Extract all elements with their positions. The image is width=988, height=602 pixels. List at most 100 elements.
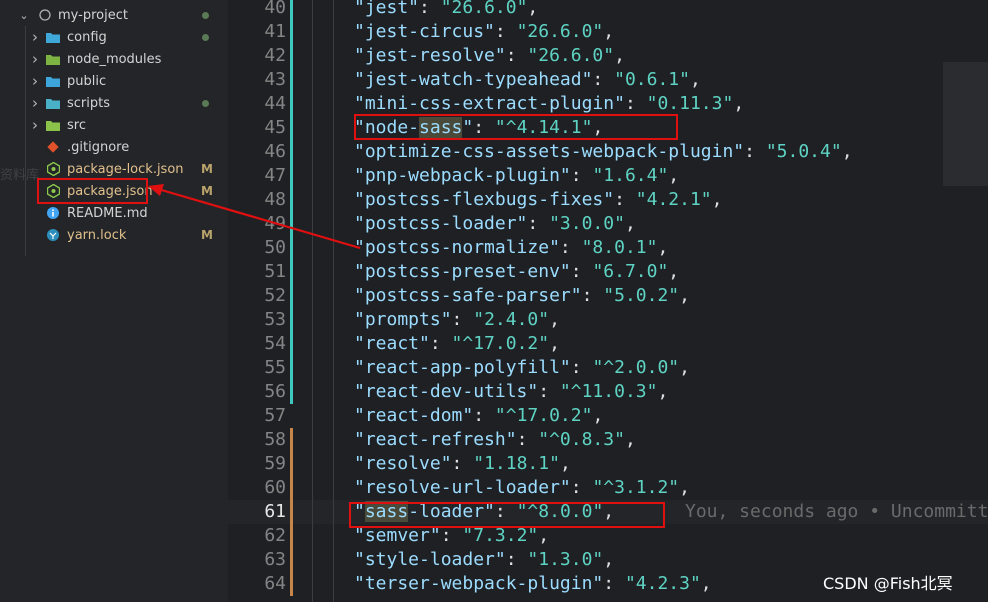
tree-item-yarn-lock[interactable]: yarn.lock M [0, 224, 228, 246]
tree-item-label: scripts [67, 95, 110, 111]
tree-item-label: README.md [67, 205, 148, 221]
code-line: "resolve": "1.18.1", [354, 453, 571, 474]
chevron-right-icon: › [32, 72, 38, 90]
tree-item-label: package-lock.json [67, 161, 184, 177]
project-root[interactable]: ⌄ my-project [0, 4, 228, 26]
git-change-bar [290, 20, 293, 44]
git-change-bar [290, 428, 293, 452]
git-change-bar [290, 284, 293, 308]
line-number: 56 [264, 381, 286, 402]
chevron-right-icon: › [32, 94, 38, 112]
tree-item-label: .gitignore [67, 139, 130, 155]
indent-guide [312, 0, 313, 602]
code-line: "react-app-polyfill": "^2.0.0", [354, 357, 690, 378]
git-change-bar [290, 452, 293, 476]
line-number: 46 [264, 141, 286, 162]
line-number: 57 [264, 405, 286, 426]
line-number: 49 [264, 213, 286, 234]
code-line: "postcss-preset-env": "6.7.0", [354, 261, 680, 282]
modified-badge: M [201, 228, 213, 242]
nodejs-icon [46, 184, 60, 198]
line-number: 44 [264, 93, 286, 114]
git-change-bar [290, 212, 293, 236]
code-line: "jest-circus": "26.6.0", [354, 21, 615, 42]
git-change-bar [290, 188, 293, 212]
chevron-right-icon: › [32, 28, 38, 46]
line-number: 52 [264, 285, 286, 306]
indent-guide [333, 0, 334, 602]
circle-icon [38, 8, 52, 22]
code-line: "jest-watch-typeahead": "0.6.1", [354, 69, 701, 90]
git-change-bar [290, 260, 293, 284]
git-change-bar [290, 308, 293, 332]
highlight-box-sass-loader [349, 502, 665, 528]
git-blame-annotation: You, seconds ago • Uncommitted [685, 501, 988, 522]
code-line: "mini-css-extract-plugin": "0.11.3", [354, 93, 745, 114]
git-change-bar [290, 356, 293, 380]
chevron-right-icon: › [32, 116, 38, 134]
tree-item-package-json[interactable]: package.json M [0, 180, 228, 202]
chevron-down-icon: ⌄ [19, 8, 29, 22]
line-number: 54 [264, 333, 286, 354]
git-change-bar [290, 332, 293, 356]
code-line: "terser-webpack-plugin": "4.2.3", [354, 573, 712, 594]
code-line: "resolve-url-loader": "^3.1.2", [354, 477, 690, 498]
tree-item--gitignore[interactable]: .gitignore [0, 136, 228, 158]
line-number: 64 [264, 573, 286, 594]
tree-item-label: yarn.lock [67, 227, 127, 243]
status-dot [202, 100, 209, 107]
tree-item-public[interactable]: › public [0, 70, 228, 92]
tree-item-node-modules[interactable]: › node_modules [0, 48, 228, 70]
git-change-bar [290, 572, 293, 596]
git-change-bar [290, 548, 293, 572]
git-change-bar [290, 236, 293, 260]
git-change-bar [290, 476, 293, 500]
line-number: 45 [264, 117, 286, 138]
project-name: my-project [58, 7, 128, 23]
code-line: "postcss-loader": "3.0.0", [354, 213, 636, 234]
line-number: 61 [264, 501, 286, 522]
tree-item-config[interactable]: › config [0, 26, 228, 48]
info-icon [46, 206, 60, 220]
code-line: "postcss-flexbugs-fixes": "4.2.1", [354, 189, 723, 210]
nodejs-icon [46, 162, 60, 176]
tree-item-label: config [67, 29, 107, 45]
code-line: "prompts": "2.4.0", [354, 309, 560, 330]
code-line: "jest-resolve": "26.6.0", [354, 45, 625, 66]
config-folder-icon [46, 30, 60, 44]
right-panel-fragment [943, 62, 988, 186]
yarn-icon [46, 228, 60, 242]
git-change-bar [290, 380, 293, 404]
code-line: "postcss-normalize": "8.0.1", [354, 237, 669, 258]
line-number: 41 [264, 21, 286, 42]
status-dot [202, 34, 209, 41]
line-number: 40 [264, 0, 286, 18]
modified-badge: M [201, 162, 213, 176]
code-line: "react-dev-utils": "^11.0.3", [354, 381, 669, 402]
tree-item-label: package.json [67, 183, 153, 199]
modified-badge: M [201, 184, 213, 198]
tree-item-readme-md[interactable]: README.md [0, 202, 228, 224]
line-number: 48 [264, 189, 286, 210]
tree-item-src[interactable]: › src [0, 114, 228, 136]
line-number: 63 [264, 549, 286, 570]
git-change-bar [290, 140, 293, 164]
line-number: 42 [264, 45, 286, 66]
code-editor[interactable]: 40 "jest": "26.6.0", 41 "jest-circus": "26.… [228, 0, 988, 602]
code-line: "react-dom": "^17.0.2", [354, 405, 604, 426]
line-number: 59 [264, 453, 286, 474]
tree-item-scripts[interactable]: › scripts [0, 92, 228, 114]
highlight-box-node-sass [354, 114, 678, 140]
src-folder-icon [46, 118, 60, 132]
public-folder-icon [46, 74, 60, 88]
git-change-bar [290, 524, 293, 548]
tree-item-label: public [67, 73, 107, 89]
file-explorer: ⌄ my-project › config › node_modules › public… [0, 0, 228, 602]
code-line: "pnp-webpack-plugin": "1.6.4", [354, 165, 680, 186]
git-change-bar [290, 44, 293, 68]
line-number: 60 [264, 477, 286, 498]
status-dot [202, 12, 209, 19]
git-change-bar [290, 116, 293, 140]
code-line: "postcss-safe-parser": "5.0.2", [354, 285, 690, 306]
git-change-bar [290, 164, 293, 188]
